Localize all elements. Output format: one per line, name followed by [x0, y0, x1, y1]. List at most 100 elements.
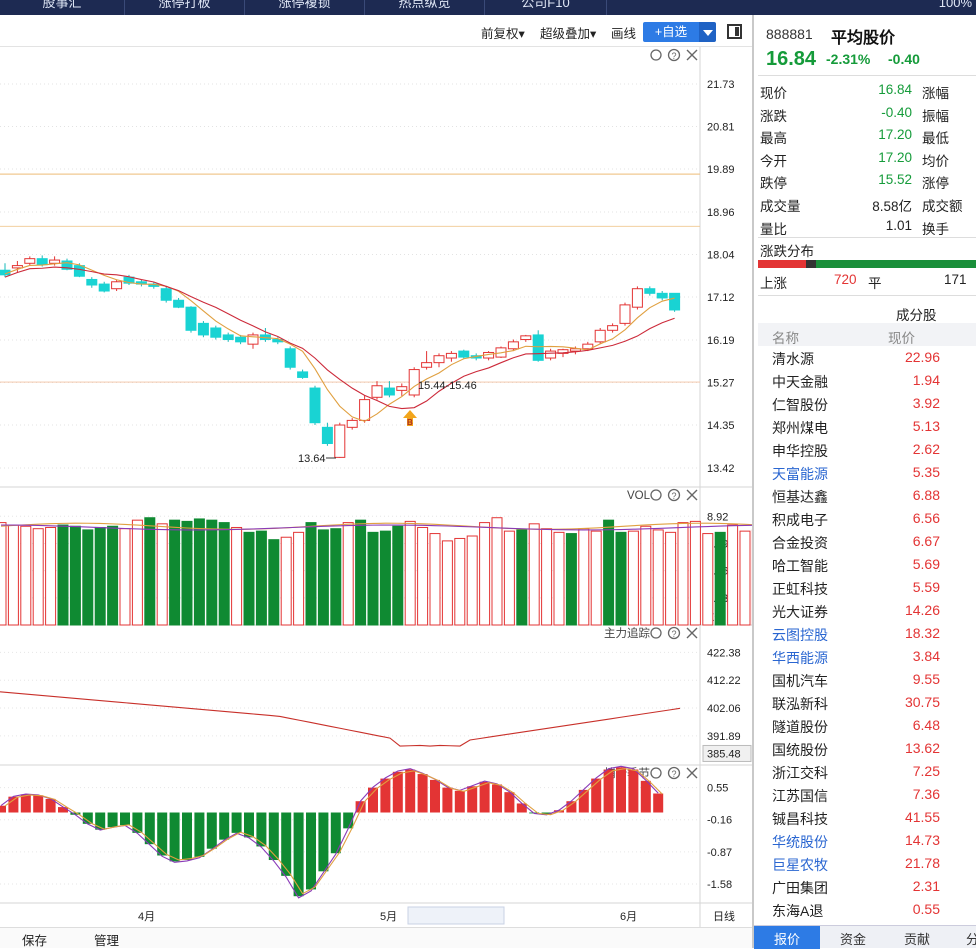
- season-bar: [430, 779, 440, 813]
- volume-bar: [144, 517, 156, 626]
- nav-tab-5[interactable]: 100%: [607, 0, 976, 15]
- component-row[interactable]: 联泓新科 30.75: [758, 691, 976, 714]
- col-price-header[interactable]: 现价: [888, 327, 915, 347]
- help-icon[interactable]: ?: [667, 766, 681, 780]
- component-name: 哈工智能: [772, 558, 828, 574]
- component-row[interactable]: 光大证券 14.26: [758, 599, 976, 622]
- help-icon[interactable]: ?: [667, 48, 681, 62]
- change-percent: -2.31%: [826, 51, 871, 67]
- help-icon[interactable]: ?: [667, 488, 681, 502]
- nav-tab-1[interactable]: 涨停打板: [125, 0, 245, 15]
- component-row[interactable]: 积成电子 6.56: [758, 507, 976, 530]
- save-button[interactable]: 保存: [22, 930, 47, 949]
- candle: [607, 323, 619, 333]
- toggle-panel-icon[interactable]: [727, 24, 742, 39]
- flow-line: [0, 691, 681, 747]
- close-icon[interactable]: [686, 767, 698, 779]
- component-row[interactable]: 华西能源 3.84: [758, 645, 976, 668]
- component-row[interactable]: 天富能源 5.35: [758, 461, 976, 484]
- component-row[interactable]: 正虹科技 5.59: [758, 576, 976, 599]
- price-axis-label: 13.42: [707, 463, 735, 475]
- buy-signal-icon: B: [403, 410, 417, 427]
- season-bar: [318, 812, 329, 872]
- tab-funds[interactable]: 资金: [840, 929, 866, 948]
- season-axis-label: -1.58: [707, 879, 732, 891]
- volume-bar: [0, 522, 7, 626]
- component-row[interactable]: 申华控股 2.62: [758, 438, 976, 461]
- component-price: 2.31: [912, 878, 940, 894]
- candle: [173, 297, 185, 309]
- component-row[interactable]: 合金投资 6.67: [758, 530, 976, 553]
- component-row[interactable]: 巨星农牧 21.78: [758, 852, 976, 875]
- season-bar: [392, 771, 403, 813]
- quote-value: 8.58亿: [872, 199, 912, 214]
- component-price: 6.88: [912, 487, 940, 503]
- component-row[interactable]: 清水源 22.96: [758, 346, 976, 369]
- up-count: 720: [834, 272, 857, 287]
- close-icon[interactable]: [686, 627, 698, 639]
- candle: [545, 348, 557, 361]
- season-line: [0, 765, 659, 899]
- time-axis-label: 6月: [620, 911, 637, 923]
- candle: [197, 321, 209, 338]
- tab-more[interactable]: 分: [966, 929, 976, 948]
- settings-icon[interactable]: [650, 49, 662, 61]
- season-bar: [194, 812, 205, 857]
- component-row[interactable]: 恒基达鑫 6.88: [758, 484, 976, 507]
- component-row[interactable]: 国机汽车 9.55: [758, 668, 976, 691]
- component-row[interactable]: 铖昌科技 41.55: [758, 806, 976, 829]
- component-row[interactable]: 华统股份 14.73: [758, 829, 976, 852]
- tab-contribution[interactable]: 贡献: [904, 929, 930, 948]
- volume-bar: [739, 530, 751, 626]
- quote-row: 涨跌 -0.40 振幅: [758, 102, 976, 124]
- price-axis-label: 15.27: [707, 378, 735, 390]
- candle: [445, 351, 457, 362]
- component-row[interactable]: 中天金融 1.94: [758, 369, 976, 392]
- component-row[interactable]: 郑州煤电 5.13: [758, 415, 976, 438]
- component-row[interactable]: 云图控股 18.32: [758, 622, 976, 645]
- close-icon[interactable]: [686, 49, 698, 61]
- component-price: 14.73: [904, 832, 940, 848]
- component-name: 华西能源: [772, 650, 828, 666]
- volume-bar: [491, 517, 503, 626]
- component-row[interactable]: 哈工智能 5.69: [758, 553, 976, 576]
- season-bar: [306, 812, 316, 890]
- volume-bar: [57, 524, 69, 626]
- kline-chart-area[interactable]: ? 21.73 20.81 19.89 18.96 18.04 17.12 16.19 15.2…: [0, 47, 752, 927]
- tab-quote[interactable]: 报价: [774, 929, 800, 948]
- season-bar: [107, 812, 118, 827]
- overlay-dropdown[interactable]: 超级叠加▾: [540, 23, 596, 42]
- add-watchlist-dropdown-icon[interactable]: [699, 22, 716, 42]
- component-row[interactable]: 浙江交科 7.25: [758, 760, 976, 783]
- nav-tab-3[interactable]: 热点纵览: [365, 0, 485, 15]
- settings-icon[interactable]: [650, 489, 662, 501]
- price-axis-label: 21.73: [707, 79, 735, 91]
- draw-line-button[interactable]: 画线: [611, 23, 636, 42]
- help-icon[interactable]: ?: [667, 626, 681, 640]
- close-icon[interactable]: [686, 489, 698, 501]
- crosshair-date-box: [407, 906, 505, 925]
- nav-tab-4[interactable]: 公司F10: [485, 0, 607, 15]
- volume-bar: [367, 531, 379, 626]
- add-watchlist-button[interactable]: +自选: [643, 22, 699, 42]
- settings-icon[interactable]: [650, 767, 662, 779]
- season-bar: [33, 795, 44, 813]
- quote-key: 今开: [760, 153, 787, 169]
- nav-tab-0[interactable]: 股事汇: [0, 0, 125, 15]
- component-row[interactable]: 隧道股份 6.48: [758, 714, 976, 737]
- component-name: 合金投资: [772, 535, 828, 551]
- chart-toolbar: 前复权▾ 超级叠加▾ 画线 +自选: [0, 15, 752, 47]
- component-row[interactable]: 仁智股份 3.92: [758, 392, 976, 415]
- component-row[interactable]: 广田集团 2.31: [758, 875, 976, 898]
- settings-icon[interactable]: [650, 627, 662, 639]
- col-name-header[interactable]: 名称: [772, 327, 799, 347]
- component-row[interactable]: 东海A退 0.55: [758, 898, 976, 921]
- manage-button[interactable]: 管理: [94, 930, 119, 949]
- candle: [0, 263, 11, 278]
- component-row[interactable]: 江苏国信 7.36: [758, 783, 976, 806]
- adjust-dropdown[interactable]: 前复权▾: [481, 23, 525, 42]
- nav-tab-2[interactable]: 涨停複锁: [245, 0, 365, 15]
- component-row[interactable]: 国统股份 13.62: [758, 737, 976, 760]
- volume-bar: [665, 531, 677, 626]
- time-axis-label[interactable]: 日线: [713, 909, 735, 923]
